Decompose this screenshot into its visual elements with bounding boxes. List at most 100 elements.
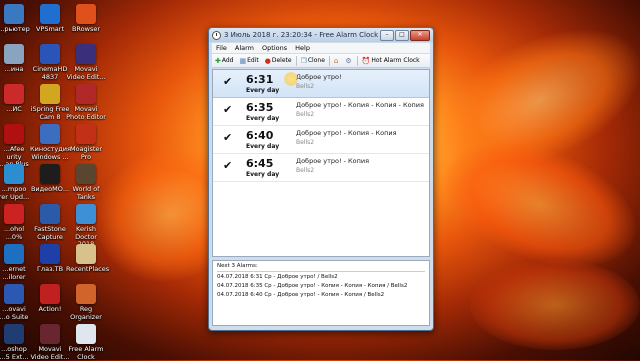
desktop-icon[interactable]: ...ина (0, 44, 34, 74)
desktop-icon[interactable]: ВидеоМО... (30, 164, 70, 194)
app-icon (4, 44, 24, 64)
desktop-icon[interactable]: Action! (30, 284, 70, 314)
hot-alarm-clock-button[interactable]: ⏰ Hot Alarm Clock (359, 55, 423, 66)
desktop-icon[interactable]: ...ohol ...0% (0, 204, 34, 241)
desktop-icon[interactable]: ...ovavi ...o Suite (0, 284, 34, 321)
clone-button[interactable]: ❐ Clone (298, 55, 328, 66)
divider (217, 271, 425, 272)
desktop-icon[interactable]: RecentPlaces (66, 244, 109, 274)
desktop-icon-label: Reg Organizer (70, 305, 102, 321)
alarm-repeat: Every day (246, 143, 280, 150)
alarm-time: 6:31 (246, 73, 274, 86)
wallpaper-flame (470, 260, 640, 350)
add-label: Add (221, 57, 234, 64)
app-icon (76, 44, 96, 64)
enabled-checkbox[interactable]: ✔ (223, 75, 232, 88)
app-icon (4, 84, 24, 104)
desktop-icon[interactable]: Kerish Doctor 2018 (66, 204, 106, 249)
desktop-icon[interactable]: ...mpoo rer Upd... (0, 164, 34, 201)
maximize-button[interactable]: □ (395, 29, 409, 41)
alarm-label: Доброе утро! - Копия - Копия - Копия (296, 101, 424, 109)
enabled-checkbox[interactable]: ✔ (223, 131, 232, 144)
delete-label: Delete (271, 57, 292, 64)
hot-alarm-label: Hot Alarm Clock (371, 57, 420, 64)
desktop-icon-label: VPSmart (35, 25, 65, 33)
alarm-sound: Bells2 (296, 139, 315, 146)
desktop-icon-label: CinemaHD 4837 (32, 65, 68, 81)
desktop-icon[interactable]: Free Alarm Clock (66, 324, 106, 361)
free-alarm-clock-window: 3 Июль 2018 г. 23:20:34 - Free Alarm Clo… (208, 27, 434, 331)
app-icon (4, 204, 24, 224)
desktop-icon-label: ВидеоМО... (30, 185, 70, 193)
edit-icon: ▦ (239, 56, 247, 65)
desktop-icon[interactable]: ...рьютер (0, 4, 34, 34)
toolbar: ✚ Add ▦ Edit ● Delete ❐ Clone ⌂ ⚙ ⏰ Hot Alarm… (212, 54, 430, 68)
app-icon (40, 324, 60, 344)
alarm-clock-icon: ⏰ (361, 56, 371, 65)
delete-icon: ● (264, 56, 271, 65)
desktop-icon[interactable]: Reg Organizer (66, 284, 106, 321)
desktop-icon[interactable]: World of Tanks (66, 164, 106, 201)
desktop-icon[interactable]: Movavi Video Edit... (30, 324, 70, 361)
app-icon (76, 4, 96, 24)
menu-bar: File Alarm Options Help (212, 43, 430, 53)
app-icon (76, 124, 96, 144)
desktop-icon-label: Free Alarm Clock (68, 345, 104, 361)
desktop-icon-label: iSpring Free Cam 8 (30, 105, 70, 121)
toolbar-separator (295, 55, 297, 66)
alarm-time: 6:40 (246, 129, 274, 142)
add-button[interactable]: ✚ Add (212, 55, 237, 66)
desktop-icon[interactable]: Movavi Video Edit... (66, 44, 106, 81)
app-icon (4, 164, 24, 184)
menu-alarm[interactable]: Alarm (231, 43, 258, 53)
alarm-label: Доброе утро! - Копия - Копия (296, 129, 397, 137)
desktop-icon[interactable]: Movavi Photo Editor (66, 84, 106, 121)
delete-button[interactable]: ● Delete (262, 55, 295, 66)
alarm-row[interactable]: ✔ 6:31 Every day Доброе утро! Bells2 (213, 70, 429, 98)
alarm-repeat: Every day (246, 87, 280, 94)
desktop-icon[interactable]: BRowser (66, 4, 106, 34)
desktop-icon[interactable]: ...oshop ...5 Ext... (0, 324, 34, 361)
enabled-checkbox[interactable]: ✔ (223, 159, 232, 172)
app-icon (40, 124, 60, 144)
desktop-icon-label: Movavi Video Edit... (30, 345, 70, 361)
alarm-row[interactable]: ✔ 6:35 Every day Доброе утро! - Копия - Коп… (213, 98, 429, 126)
desktop-icon[interactable]: ...ernet ...ilorer (0, 244, 34, 281)
desktop-icon-label: Киностудия Windows ... (30, 145, 71, 161)
desktop-icon[interactable]: iSpring Free Cam 8 (30, 84, 70, 121)
menu-file[interactable]: File (212, 43, 231, 53)
enabled-checkbox[interactable]: ✔ (223, 103, 232, 116)
app-icon (40, 84, 60, 104)
minimize-button[interactable]: – (380, 29, 394, 41)
alarm-row[interactable]: ✔ 6:40 Every day Доброе утро! - Копия - Коп… (213, 126, 429, 154)
home-icon: ⌂ (333, 56, 339, 65)
clone-icon: ❐ (300, 56, 307, 65)
next-alarm-item: 04.07.2018 6:40 Ср - Доброе утро! - Копи… (217, 292, 385, 298)
app-icon (76, 324, 96, 344)
desktop-icon[interactable]: ...Afee urity ...an Plus (0, 124, 34, 169)
alarm-list: ✔ 6:31 Every day Доброе утро! Bells2 ✔ 6:35 Eve… (212, 69, 430, 257)
desktop-icon[interactable]: CinemaHD 4837 (30, 44, 70, 81)
menu-help[interactable]: Help (291, 43, 314, 53)
desktop-icon[interactable]: Глаз.ТВ (30, 244, 70, 274)
title-bar[interactable]: 3 Июль 2018 г. 23:20:34 - Free Alarm Clo… (209, 28, 433, 42)
alarm-row[interactable]: ✔ 6:45 Every day Доброе утро! - Копия Bells2 (213, 154, 429, 182)
desktop-icon[interactable]: Moagister Pro (66, 124, 106, 161)
edit-button[interactable]: ▦ Edit (237, 55, 262, 66)
home-button[interactable]: ⌂ (331, 55, 342, 66)
alarm-time: 6:35 (246, 101, 274, 114)
app-icon (40, 4, 60, 24)
desktop-icon[interactable]: ...ИС (0, 84, 34, 114)
desktop-icon[interactable]: Киностудия Windows ... (30, 124, 71, 161)
desktop-icon[interactable]: FastStone Capture (30, 204, 70, 241)
close-button[interactable]: ✕ (410, 29, 430, 41)
desktop-icon[interactable]: VPSmart (30, 4, 70, 34)
desktop-icon-label: ...рьютер (0, 25, 30, 33)
alarm-repeat: Every day (246, 115, 280, 122)
alarm-repeat: Every day (246, 171, 280, 178)
next-alarms-panel: Next 3 Alarms: 04.07.2018 6:31 Ср - Добр… (212, 260, 430, 326)
menu-options[interactable]: Options (258, 43, 291, 53)
settings-button[interactable]: ⚙ (342, 55, 355, 66)
app-icon (40, 284, 60, 304)
alarm-label: Доброе утро! - Копия (296, 157, 370, 165)
